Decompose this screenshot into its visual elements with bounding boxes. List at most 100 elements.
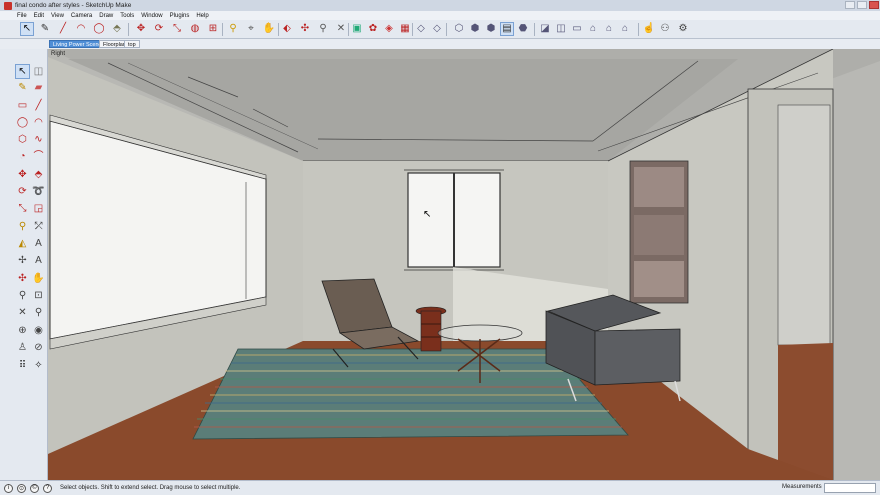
- push-pull-tool-icon[interactable]: ⬘: [31, 167, 46, 182]
- arc-icon[interactable]: ◠: [74, 22, 88, 36]
- scene-tabs-bar: Living Power Scene Floorplan top: [0, 39, 880, 49]
- zoom-icon[interactable]: ⊞: [206, 22, 220, 36]
- tab-living-power-scene[interactable]: Living Power Scene: [49, 40, 106, 48]
- back-view-icon[interactable]: ▭: [570, 22, 584, 36]
- circle-tool-icon[interactable]: ◯: [15, 115, 30, 130]
- styles-icon[interactable]: ◈: [382, 22, 396, 36]
- line-icon[interactable]: ╱: [56, 22, 70, 36]
- left-view-icon[interactable]: ⌂: [586, 22, 600, 36]
- help-icon[interactable]: ?: [43, 483, 52, 493]
- arc2-tool-icon[interactable]: ⌒: [31, 149, 46, 164]
- line-tool-icon[interactable]: ╱: [31, 98, 46, 113]
- footprints-icon[interactable]: ⠿: [15, 358, 30, 373]
- text-tool-icon[interactable]: A: [31, 236, 46, 251]
- rectangle-tool-icon[interactable]: ▭: [15, 98, 30, 113]
- section-tool-icon[interactable]: ⊘: [31, 340, 46, 355]
- pie-tool-icon[interactable]: ◔: [15, 149, 30, 164]
- zoom-extents-tool-icon[interactable]: ✕: [15, 305, 30, 320]
- components-icon[interactable]: ▣: [350, 22, 364, 36]
- menu-draw[interactable]: Draw: [99, 13, 113, 19]
- menu-window[interactable]: Window: [141, 13, 162, 19]
- extension-icon[interactable]: ☝: [642, 22, 656, 36]
- eraser-icon[interactable]: ▰: [31, 80, 46, 95]
- scale-icon[interactable]: ⤡: [170, 22, 184, 36]
- pencil-icon[interactable]: ✎: [38, 22, 52, 36]
- geolocation-icon[interactable]: ⊙: [17, 483, 26, 493]
- left-tool-palette: ↖ ◫ ✎ ▰ ▭ ╱ ◯ ◠ ⬡ ∿ ◔ ⌒ ✥ ⬘ ⟳ ➰ ⤡ ◲ ⚲ ⤱ …: [0, 49, 48, 480]
- move-icon[interactable]: ✥: [134, 22, 148, 36]
- menu-file[interactable]: File: [17, 13, 27, 19]
- share-model-icon[interactable]: ⌂: [618, 22, 632, 36]
- credits-icon[interactable]: ©: [30, 483, 39, 493]
- shaded-texture-icon[interactable]: ⬢: [468, 22, 482, 36]
- settings-icon[interactable]: ⚙: [676, 22, 690, 36]
- offset-tool-icon[interactable]: ◲: [31, 201, 46, 216]
- zoom-extents-icon[interactable]: ⌖: [244, 22, 258, 36]
- paint-bucket-icon[interactable]: ◍: [188, 22, 202, 36]
- right-view-icon[interactable]: ◫: [554, 22, 568, 36]
- pan-tool-icon[interactable]: ✋: [31, 271, 46, 286]
- dimension-icon[interactable]: ⤱: [31, 219, 46, 234]
- top-view-icon[interactable]: ⬣: [516, 22, 530, 36]
- protractor-icon[interactable]: ◭: [15, 236, 30, 251]
- 3d-text-icon[interactable]: A: [31, 253, 46, 268]
- menu-edit[interactable]: Edit: [34, 13, 44, 19]
- menu-view[interactable]: View: [51, 13, 64, 19]
- push-pull-icon[interactable]: ⬘: [110, 22, 124, 36]
- minimize-button[interactable]: [845, 1, 855, 9]
- toolbar-separator: [638, 23, 639, 36]
- xray-icon[interactable]: ▦: [398, 22, 412, 36]
- materials-icon[interactable]: ✿: [366, 22, 380, 36]
- walk-tool-icon[interactable]: ♙: [15, 340, 30, 355]
- model-viewport[interactable]: Right ↖: [48, 49, 880, 480]
- arc-tool-icon[interactable]: ◠: [31, 115, 46, 130]
- select-tool-icon[interactable]: ↖: [15, 64, 30, 79]
- window-controls: [844, 0, 880, 11]
- scale-tool-icon[interactable]: ⤡: [15, 201, 30, 216]
- info-icon[interactable]: i: [4, 483, 13, 493]
- rotate-icon[interactable]: ⟳: [152, 22, 166, 36]
- iso-view-icon[interactable]: ▤: [500, 22, 514, 36]
- menu-help[interactable]: Help: [196, 13, 208, 19]
- section-plane-icon[interactable]: ✕: [334, 22, 348, 36]
- look-around-tool-icon[interactable]: ◉: [31, 323, 46, 338]
- rotate-tool-icon[interactable]: ⟳: [15, 184, 30, 199]
- zoom-tool-icon[interactable]: ⚲: [15, 288, 30, 303]
- shaded-icon[interactable]: ⬡: [452, 22, 466, 36]
- polygon-tool-icon[interactable]: ⬡: [15, 132, 30, 147]
- orbit-icon[interactable]: ✋: [262, 22, 276, 36]
- tab-top[interactable]: top: [124, 40, 140, 48]
- previous-view-icon[interactable]: ⚲: [31, 305, 46, 320]
- hidden-line-icon[interactable]: ◇: [430, 22, 444, 36]
- measurements-input[interactable]: [824, 483, 876, 493]
- move-tool-icon[interactable]: ✥: [15, 167, 30, 182]
- menu-tools[interactable]: Tools: [120, 13, 134, 19]
- zoom-window-tool-icon[interactable]: ⊡: [31, 288, 46, 303]
- freehand-tool-icon[interactable]: ∿: [31, 132, 46, 147]
- tape-measure-icon[interactable]: ⚲: [15, 219, 30, 234]
- walk-icon[interactable]: ✣: [298, 22, 312, 36]
- select-icon[interactable]: ↖: [20, 22, 34, 36]
- zoom-window-icon[interactable]: ⚲: [226, 22, 240, 36]
- close-button[interactable]: [869, 1, 879, 9]
- follow-me-icon[interactable]: ➰: [31, 184, 46, 199]
- pan-icon[interactable]: ⬖: [280, 22, 294, 36]
- window-title: final condo after styles - SketchUp Make: [15, 2, 132, 9]
- orbit-tool-icon[interactable]: ✣: [15, 271, 30, 286]
- circle-icon[interactable]: ◯: [92, 22, 106, 36]
- navigate-icon[interactable]: ✧: [31, 358, 46, 373]
- axes-tool-icon[interactable]: ✢: [15, 253, 30, 268]
- menu-plugins[interactable]: Plugins: [170, 13, 190, 19]
- position-camera-icon[interactable]: ⊕: [15, 323, 30, 338]
- monochrome-icon[interactable]: ⬢: [484, 22, 498, 36]
- toolbar-separator: [348, 23, 349, 36]
- warehouse-icon[interactable]: ⌂: [602, 22, 616, 36]
- wireframe-icon[interactable]: ◇: [414, 22, 428, 36]
- profile-icon[interactable]: ⚇: [658, 22, 672, 36]
- paint-tool-icon[interactable]: ✎: [15, 80, 30, 95]
- front-view-icon[interactable]: ◪: [538, 22, 552, 36]
- menu-camera[interactable]: Camera: [71, 13, 92, 19]
- make-component-icon[interactable]: ◫: [31, 64, 46, 79]
- maximize-button[interactable]: [857, 1, 867, 9]
- look-around-icon[interactable]: ⚲: [316, 22, 330, 36]
